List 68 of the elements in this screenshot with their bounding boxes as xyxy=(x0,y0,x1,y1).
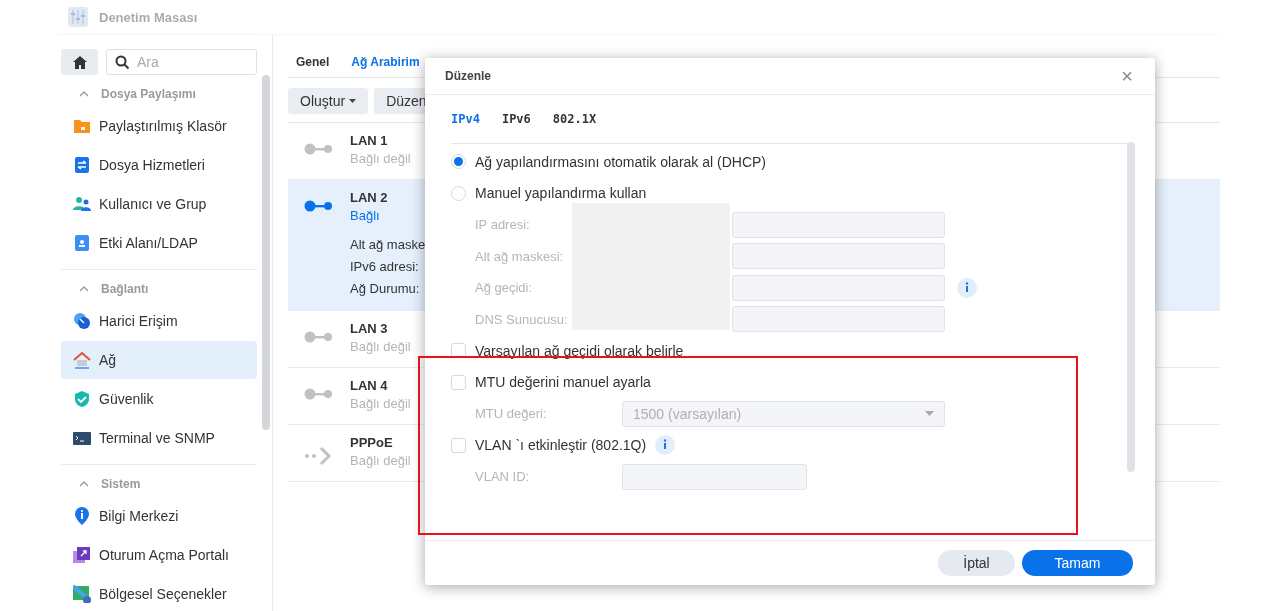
interface-status: Bağlı değil xyxy=(350,395,411,413)
detail-label: IPv6 adresi: xyxy=(350,258,420,276)
search-icon xyxy=(115,55,130,70)
sidebar-item[interactable]: Terminal ve SNMP xyxy=(61,419,258,457)
scrollbar[interactable] xyxy=(262,75,270,430)
tab[interactable]: Ağ Arabirim xyxy=(351,47,420,77)
window-title: Denetim Masası xyxy=(99,9,198,25)
sidebar-item[interactable]: Kullanıcı ve Grup xyxy=(61,185,258,223)
option-label: Varsayılan ağ geçidi olarak belirle xyxy=(475,342,684,359)
dropdown-button[interactable]: Oluştur xyxy=(288,88,369,114)
link-icon xyxy=(73,312,91,330)
field-label: MTU değeri: xyxy=(475,406,548,422)
caret-icon xyxy=(925,411,934,417)
ok-button[interactable]: Tamam xyxy=(1022,550,1133,576)
sidebar-item[interactable]: Dosya Hizmetleri xyxy=(61,146,258,184)
checkbox[interactable] xyxy=(451,437,466,453)
field-label: Alt ağ maskesi: xyxy=(475,248,565,264)
house-icon xyxy=(73,351,91,369)
detail-label: Ağ Durumu: xyxy=(350,280,421,298)
sidebar-item[interactable]: Harici Erişim xyxy=(61,302,258,340)
tab[interactable]: IPv6 xyxy=(501,112,531,126)
sidebar-item[interactable]: Oturum Açma Portalı xyxy=(61,536,258,574)
checkbox[interactable] xyxy=(451,374,466,390)
transfer-icon xyxy=(73,156,91,174)
sidebar-item[interactable]: Bilgi Merkezi xyxy=(61,497,258,535)
shield-icon xyxy=(73,390,91,408)
map-clock-icon xyxy=(73,585,91,603)
interface-name: LAN 2 xyxy=(350,190,389,206)
tab[interactable]: IPv4 xyxy=(451,112,480,126)
app-logo-icon xyxy=(67,6,89,28)
terminal-icon xyxy=(73,429,91,447)
cancel-button[interactable]: İptal xyxy=(938,550,1015,576)
option-label: Manuel yapılandırma kullan xyxy=(475,185,647,202)
home-icon xyxy=(72,55,87,69)
interface-status: Bağlı değil xyxy=(350,452,411,470)
users-icon xyxy=(73,195,91,213)
id-card-icon xyxy=(73,234,91,252)
option-label: MTU değerini manuel ayarla xyxy=(475,374,651,391)
sidebar-item[interactable]: Ağ xyxy=(61,341,258,379)
folder-icon xyxy=(73,117,91,135)
sidebar-item[interactable]: Paylaştırılmış Klasör xyxy=(61,107,258,145)
interface-name: LAN 1 xyxy=(350,133,389,149)
info-pin-icon xyxy=(73,507,91,525)
tab[interactable]: 802.1X xyxy=(552,112,597,126)
field-label: VLAN ID: xyxy=(475,469,531,485)
interface-name: LAN 4 xyxy=(350,378,389,394)
dialog-title: Düzenle xyxy=(445,69,491,83)
field-label: Ağ geçidi: xyxy=(475,280,534,296)
close-button[interactable]: × xyxy=(1117,64,1137,88)
option-label: Ağ yapılandırmasını otomatik olarak al (DHCP) xyxy=(475,153,766,170)
portal-icon xyxy=(73,546,91,564)
interface-status: Bağlı değil xyxy=(350,338,411,356)
interface-status: Bağlı xyxy=(350,207,381,225)
sidebar-item[interactable]: Etki Alanı/LDAP xyxy=(61,224,258,262)
option-label: VLAN `ı etkinleştir (802.1Q) xyxy=(475,437,647,454)
detail-label: Alt ağ maske xyxy=(350,236,426,254)
tab[interactable]: Genel xyxy=(296,47,330,77)
interface-status: Bağlı değil xyxy=(350,150,411,168)
interface-name: LAN 3 xyxy=(350,321,389,337)
caret-icon xyxy=(349,99,357,103)
interface-name: PPPoE xyxy=(350,435,394,451)
field-label: IP adresi: xyxy=(475,217,531,233)
scrollbar[interactable] xyxy=(1127,142,1135,472)
sidebar-item[interactable]: Güvenlik xyxy=(61,380,258,418)
home-button[interactable] xyxy=(61,49,98,75)
sidebar-item[interactable]: Bölgesel Seçenekler xyxy=(61,575,258,611)
search-field[interactable]: Ara xyxy=(106,49,257,75)
field-label: DNS Sunucusu: xyxy=(475,311,569,327)
